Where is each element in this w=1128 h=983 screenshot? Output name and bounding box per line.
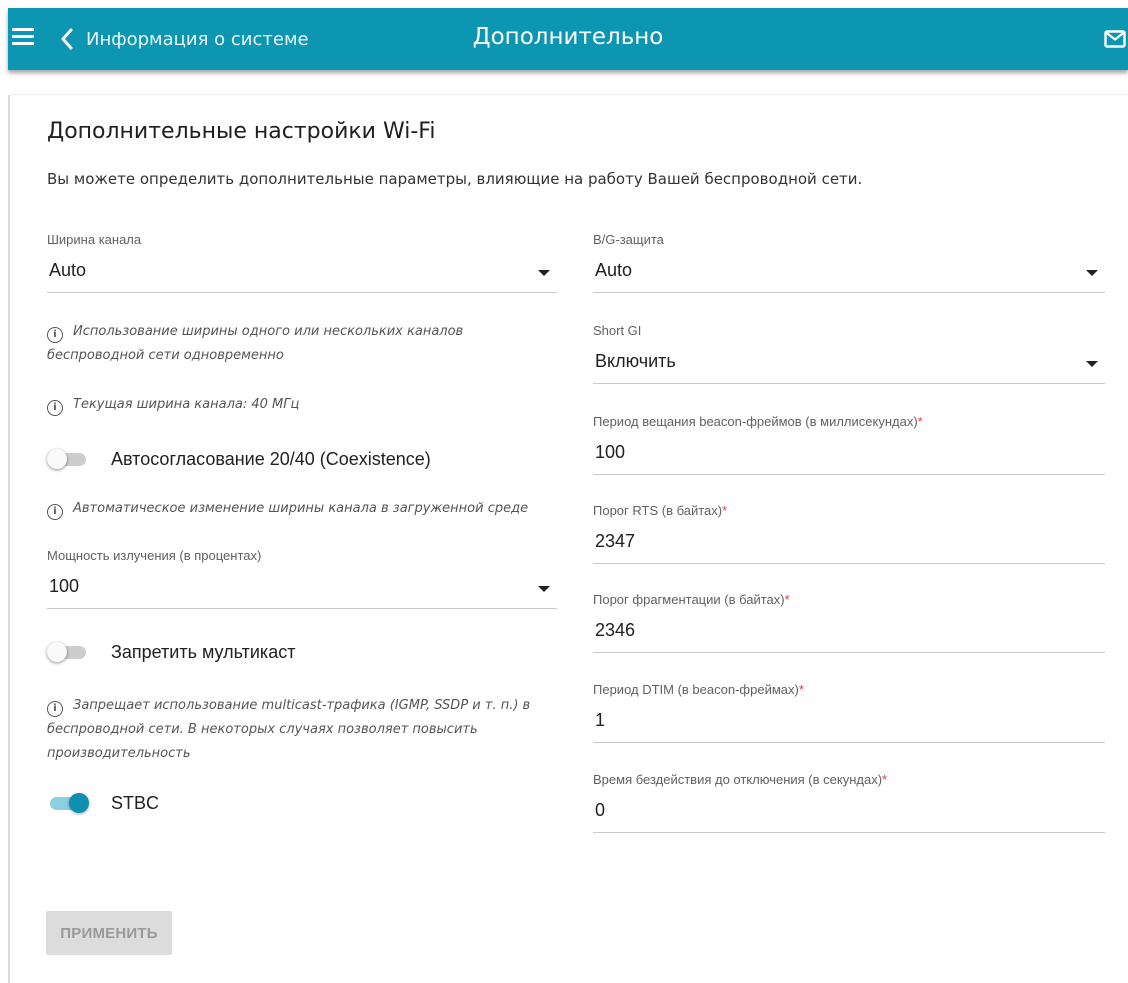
stbc-label: STBC — [111, 792, 160, 813]
frag-threshold-input[interactable]: 2346 — [593, 613, 1105, 653]
dtim-period-input[interactable]: 1 — [593, 703, 1105, 743]
info-icon: i — [47, 504, 63, 520]
bg-protection-label: B/G-защита — [593, 232, 664, 247]
dropdown-caret-icon — [1086, 270, 1098, 276]
required-marker: * — [882, 772, 888, 787]
short-gi-value: Включить — [595, 351, 676, 371]
required-marker: * — [722, 503, 728, 518]
apply-button[interactable]: ПРИМЕНИТЬ — [46, 911, 172, 955]
frag-threshold-label-text: Порог фрагментации (в байтах) — [593, 592, 785, 607]
beacon-period-value: 100 — [595, 442, 626, 462]
hint-channel-usage-text: Использование ширины одного или нескольк… — [47, 324, 464, 363]
hint-multicast-text: Запрещает использование multicast-трафик… — [47, 698, 531, 761]
channel-width-value: Auto — [49, 260, 87, 280]
channel-width-label: Ширина канала — [47, 232, 142, 247]
card-top-border — [10, 94, 1128, 95]
beacon-period-label: Период вещания beacon-фреймов (в миллисе… — [593, 414, 1105, 429]
info-icon: i — [47, 327, 63, 343]
info-icon: i — [47, 701, 63, 717]
section-title: Дополнительные настройки Wi-Fi — [47, 119, 436, 144]
bg-protection-value: Auto — [595, 260, 633, 280]
hint-coexistence-text: Автоматическое изменение ширины канала в… — [73, 501, 529, 516]
inactivity-timeout-label: Время бездействия до отключения (в секун… — [593, 772, 1105, 787]
short-gi-select[interactable]: Включить — [593, 344, 1105, 384]
rts-threshold-value: 2347 — [595, 531, 636, 551]
rts-threshold-label-text: Порог RTS (в байтах) — [593, 503, 723, 518]
bg-protection-field: B/G-защита Auto — [593, 232, 1105, 293]
required-marker: * — [784, 592, 790, 607]
required-marker: * — [917, 414, 923, 429]
rts-threshold-input[interactable]: 2347 — [593, 524, 1105, 564]
dtim-period-value: 1 — [595, 710, 606, 730]
tx-power-select[interactable]: 100 — [47, 569, 557, 609]
page-title: Дополнительно — [472, 24, 664, 50]
card-left-border — [8, 95, 10, 983]
coexistence-label: Автосогласование 20/40 (Coexistence) — [111, 448, 431, 469]
dropdown-caret-icon — [538, 586, 550, 592]
tx-power-field: Мощность излучения (в процентах) 100 — [47, 548, 557, 609]
app-header: Информация о системе Дополнительно — [8, 8, 1128, 70]
inactivity-timeout-field: Время бездействия до отключения (в секун… — [593, 772, 1105, 833]
inactivity-timeout-input[interactable]: 0 — [593, 793, 1105, 833]
block-multicast-toggle[interactable] — [46, 639, 90, 665]
short-gi-field: Short GI Включить — [593, 323, 1105, 384]
hint-channel-usage: i Использование ширины одного или несколь… — [47, 320, 527, 368]
required-marker: * — [798, 682, 804, 697]
hint-multicast: i Запрещает использование multicast-трафи… — [47, 694, 537, 766]
frag-threshold-field: Порог фрагментации (в байтах)* 2346 — [593, 592, 1105, 653]
short-gi-label: Short GI — [593, 323, 642, 338]
dtim-period-label: Период DTIM (в beacon-фреймах)* — [593, 682, 1105, 697]
hint-current-width: i Текущая ширина канала: 40 МГц — [47, 393, 527, 417]
section-description: Вы можете определить дополнительные пара… — [47, 170, 863, 188]
tx-power-label: Мощность излучения (в процентах) — [47, 548, 262, 563]
rts-threshold-label: Порог RTS (в байтах)* — [593, 503, 1105, 518]
frag-threshold-label: Порог фрагментации (в байтах)* — [593, 592, 1105, 607]
hint-coexistence: i Автоматическое изменение ширины канала … — [47, 497, 557, 521]
coexistence-toggle[interactable] — [46, 446, 90, 472]
beacon-period-input[interactable]: 100 — [593, 435, 1105, 475]
channel-width-select[interactable]: Auto — [47, 253, 557, 293]
inactivity-timeout-value: 0 — [595, 800, 606, 820]
mail-icon[interactable] — [1104, 30, 1126, 48]
stbc-toggle-row[interactable]: STBC — [46, 790, 159, 816]
info-icon: i — [47, 400, 63, 416]
inactivity-timeout-label-text: Время бездействия до отключения (в секун… — [593, 772, 883, 787]
hint-current-width-text: Текущая ширина канала: 40 МГц — [73, 397, 300, 412]
coexistence-toggle-row[interactable]: Автосогласование 20/40 (Coexistence) — [46, 446, 431, 472]
dtim-period-label-text: Период DTIM (в beacon-фреймах) — [593, 682, 799, 697]
top-bar: Информация о системе Дополнительно — [0, 0, 1128, 78]
tx-power-value: 100 — [49, 576, 80, 596]
stbc-toggle[interactable] — [46, 790, 90, 816]
block-multicast-toggle-row[interactable]: Запретить мультикаст — [46, 639, 295, 665]
dropdown-caret-icon — [1086, 361, 1098, 367]
dropdown-caret-icon — [538, 270, 550, 276]
rts-threshold-field: Порог RTS (в байтах)* 2347 — [593, 503, 1105, 564]
beacon-period-field: Период вещания beacon-фреймов (в миллисе… — [593, 414, 1105, 475]
channel-width-field: Ширина канала Auto — [47, 232, 557, 293]
bg-protection-select[interactable]: Auto — [593, 253, 1105, 293]
dtim-period-field: Период DTIM (в beacon-фреймах)* 1 — [593, 682, 1105, 743]
frag-threshold-value: 2346 — [595, 620, 636, 640]
beacon-period-label-text: Период вещания beacon-фреймов (в миллисе… — [593, 414, 918, 429]
block-multicast-label: Запретить мультикаст — [111, 641, 296, 662]
